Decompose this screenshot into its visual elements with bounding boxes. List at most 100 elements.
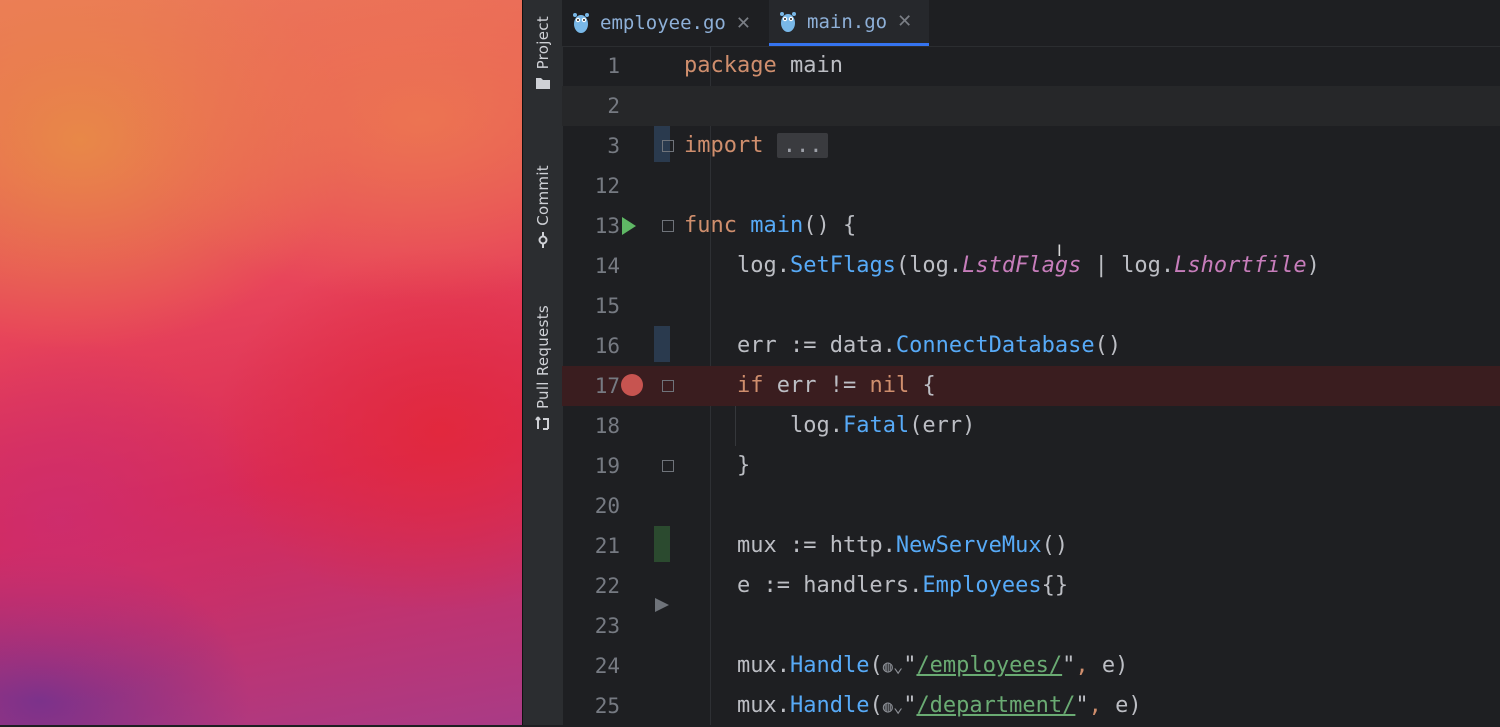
- url-globe-icon[interactable]: ◍⌄: [883, 647, 903, 687]
- code-token: Handle: [789, 653, 870, 678]
- code-token: import: [684, 133, 764, 158]
- fold-collapse-icon[interactable]: [662, 220, 674, 232]
- line-number: 25: [594, 694, 620, 718]
- tool-pull-requests[interactable]: Pull Requests: [529, 305, 557, 431]
- pull-request-icon: [535, 415, 551, 431]
- code-token[interactable]: /department/: [916, 693, 1075, 718]
- go-file-icon: [780, 11, 796, 32]
- code-token: {}: [1041, 573, 1069, 598]
- code-token: (): [1094, 333, 1122, 358]
- folded-code-placeholder[interactable]: ...: [776, 133, 829, 158]
- code-token: log.: [684, 253, 790, 278]
- code-token: ": [1062, 653, 1076, 678]
- code-token: Lshortfile: [1174, 253, 1307, 278]
- code-line[interactable]: 22 e := handlers.Employees{}: [562, 566, 1500, 606]
- code-token: ": [1075, 693, 1089, 718]
- line-number: 22: [594, 574, 620, 598]
- code-token: | log.: [1081, 253, 1175, 278]
- tool-project[interactable]: Project: [529, 16, 557, 91]
- line-number: 18: [594, 414, 620, 438]
- code-line[interactable]: 2: [562, 86, 1500, 126]
- url-globe-icon[interactable]: ◍⌄: [883, 687, 903, 727]
- code-token: () {: [803, 213, 857, 238]
- code-token: Employees: [922, 573, 1042, 598]
- code-token: ,: [1075, 653, 1089, 678]
- code-text: mux.Handle(◍⌄"/employees/", e): [684, 646, 1128, 687]
- tab-main-go[interactable]: main.go ✕: [769, 0, 929, 46]
- code-token: (err): [909, 413, 976, 438]
- code-line[interactable]: 12: [562, 166, 1500, 206]
- close-icon[interactable]: ✕: [736, 13, 751, 34]
- fold-collapse-icon[interactable]: [662, 380, 674, 392]
- code-token: ": [903, 653, 917, 678]
- folder-icon: [535, 75, 551, 91]
- code-text: if err != nil {: [684, 366, 936, 406]
- code-line[interactable]: 17 if err != nil {: [562, 366, 1500, 406]
- code-line[interactable]: 13 func main() {: [562, 206, 1500, 246]
- code-token: SetFlags: [789, 253, 896, 278]
- code-line[interactable]: 24 mux.Handle(◍⌄"/employees/", e): [562, 646, 1500, 686]
- code-line[interactable]: 19 }: [562, 446, 1500, 486]
- line-number: 21: [594, 534, 620, 558]
- code-line[interactable]: 14 log.SetFlags(log.LstdFlags | log.Lsho…: [562, 246, 1500, 286]
- run-icon[interactable]: [622, 217, 636, 235]
- fold-expand-icon[interactable]: [662, 140, 674, 152]
- code-text: mux := http.NewServeMux(): [684, 526, 1068, 566]
- collapsed-region-icon[interactable]: [655, 598, 669, 612]
- code-line[interactable]: 1 package main: [562, 46, 1500, 86]
- desktop-wallpaper: [0, 0, 522, 725]
- code-token: log.: [684, 413, 843, 438]
- code-editor[interactable]: 1 package main 2 3 import ... 12 13 func main()…: [562, 46, 1500, 725]
- line-number: 24: [594, 654, 620, 678]
- code-token: ConnectDatabase: [895, 333, 1095, 358]
- code-token: mux := http.: [684, 533, 896, 558]
- code-token: NewServeMux: [895, 533, 1042, 558]
- code-token: ": [903, 693, 917, 718]
- code-line[interactable]: 25 mux.Handle(◍⌄"/department/", e): [562, 686, 1500, 726]
- code-text: mux.Handle(◍⌄"/department/", e): [684, 686, 1142, 727]
- text-cursor-icon: I: [1057, 241, 1062, 260]
- code-token: mux.: [684, 693, 790, 718]
- line-number: 12: [594, 174, 620, 198]
- code-token: (): [1041, 533, 1069, 558]
- code-token: ,: [1088, 693, 1102, 718]
- code-token: Fatal: [842, 413, 910, 438]
- code-line[interactable]: 23: [562, 606, 1500, 646]
- code-token: e): [1088, 653, 1129, 678]
- code-token: (log.: [895, 253, 963, 278]
- tab-employee-go[interactable]: employee.go ✕: [562, 0, 768, 46]
- code-token: (: [869, 653, 883, 678]
- line-number: 16: [594, 334, 620, 358]
- code-token[interactable]: /employees/: [916, 653, 1062, 678]
- code-token: ): [1306, 253, 1320, 278]
- code-text: }: [684, 446, 750, 486]
- go-file-icon: [573, 13, 589, 33]
- close-icon[interactable]: ✕: [897, 11, 912, 32]
- code-text: package main: [684, 46, 843, 86]
- code-token: func: [684, 213, 737, 238]
- left-tool-strip: Project Commit Pull Requests: [522, 0, 563, 725]
- code-line[interactable]: 21 mux := http.NewServeMux(): [562, 526, 1500, 566]
- code-line[interactable]: 18 log.Fatal(err): [562, 406, 1500, 446]
- fold-end-icon[interactable]: [662, 460, 674, 472]
- code-text: import ...: [684, 126, 829, 166]
- code-line[interactable]: 16 err := data.ConnectDatabase(): [562, 326, 1500, 366]
- code-text: e := handlers.Employees{}: [684, 566, 1068, 606]
- code-line[interactable]: 20: [562, 486, 1500, 526]
- code-token: (: [869, 693, 883, 718]
- code-token: e := handlers.: [684, 573, 923, 598]
- line-number: 20: [594, 494, 620, 518]
- code-token: package: [684, 53, 777, 78]
- code-token: mux.: [684, 653, 790, 678]
- line-number: 17: [594, 374, 620, 398]
- code-text: func main() {: [684, 206, 856, 246]
- breakpoint-icon[interactable]: [621, 374, 643, 396]
- code-token: main: [776, 53, 843, 78]
- tool-commit[interactable]: Commit: [529, 165, 557, 248]
- code-token: }: [684, 453, 751, 478]
- code-line[interactable]: 3 import ...: [562, 126, 1500, 166]
- line-number: 3: [607, 134, 620, 158]
- code-line[interactable]: 15: [562, 286, 1500, 326]
- code-token: LstdFlags: [962, 253, 1082, 278]
